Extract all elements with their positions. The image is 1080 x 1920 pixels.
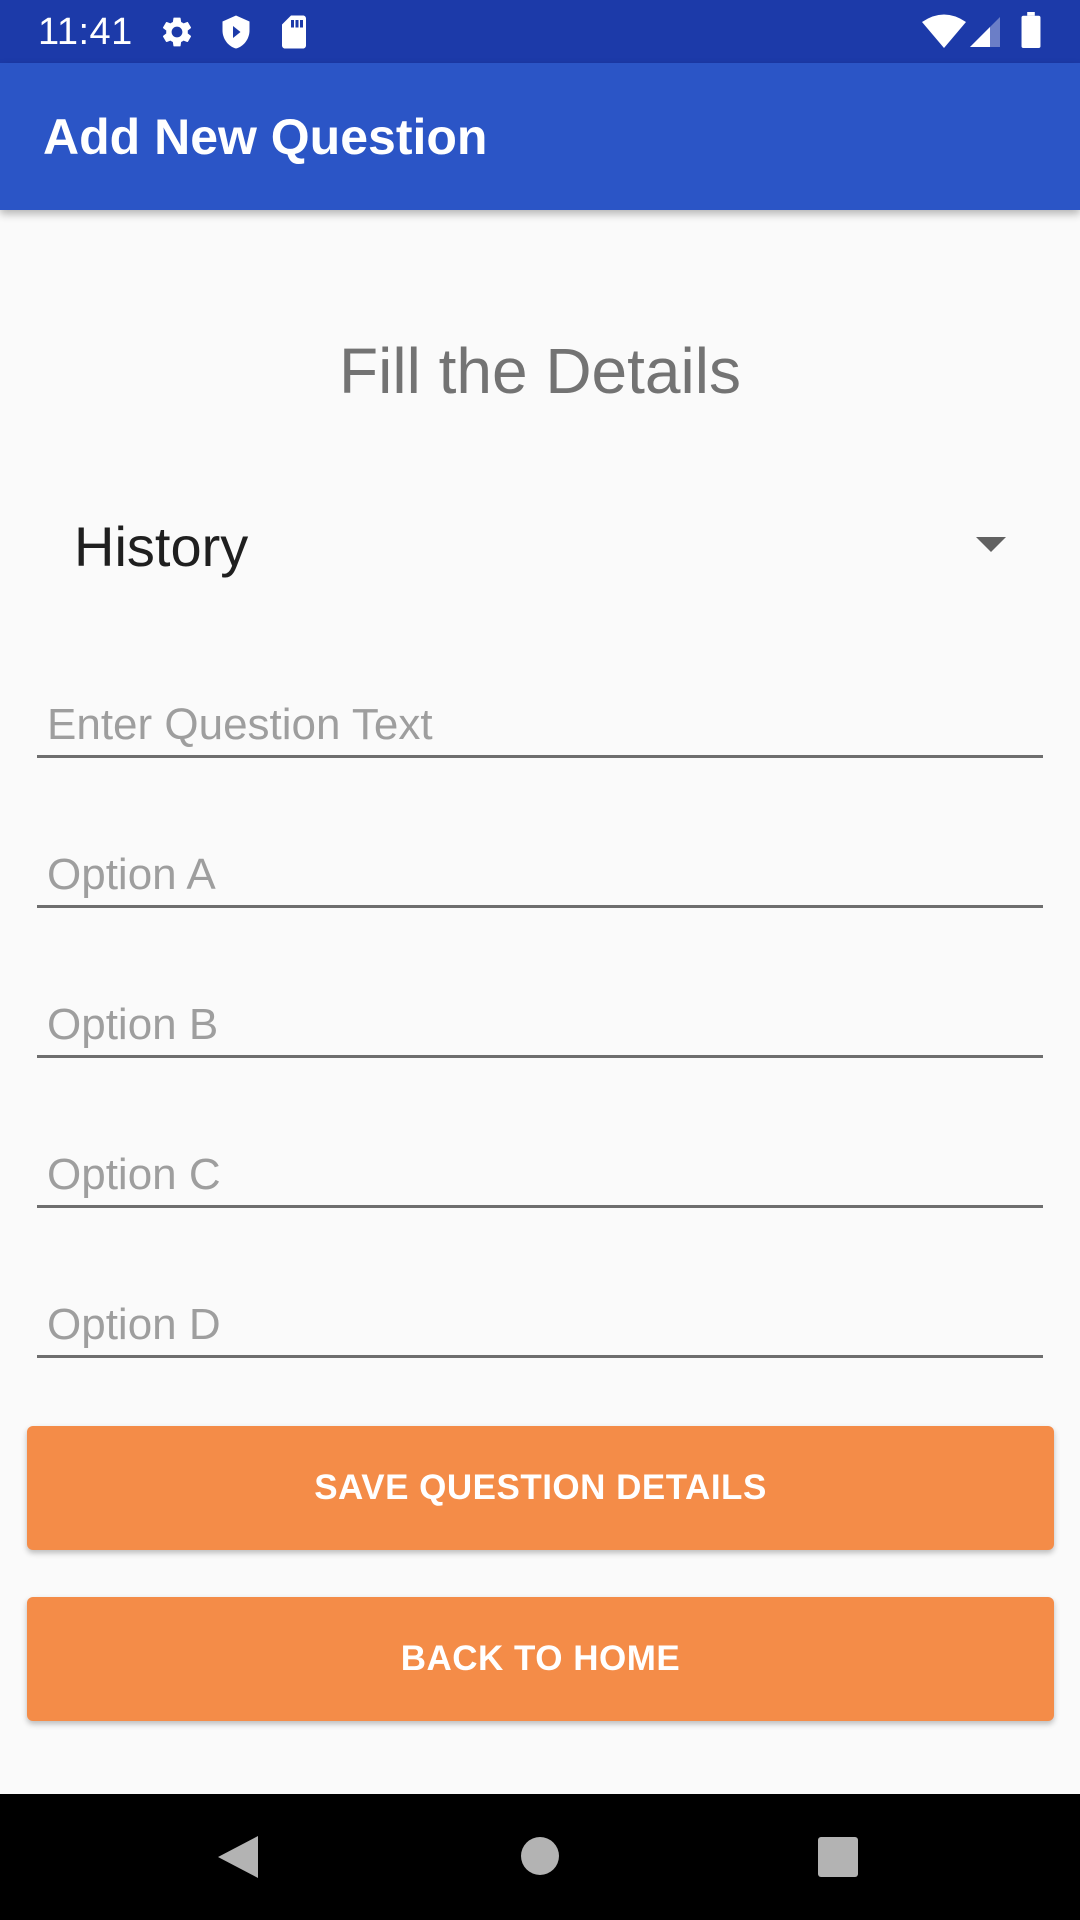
form-heading: Fill the Details — [339, 335, 741, 407]
back-icon[interactable] — [216, 1834, 260, 1880]
status-time: 11:41 — [38, 11, 133, 53]
page-title: Add New Question — [43, 109, 488, 165]
cell-signal-icon — [970, 17, 1000, 47]
system-nav-bar — [0, 1794, 1080, 1920]
save-question-button[interactable]: SAVE QUESTION DETAILS — [27, 1426, 1054, 1550]
option-a-input[interactable] — [37, 844, 1043, 908]
app-bar: Add New Question — [0, 63, 1080, 210]
battery-icon — [1021, 12, 1041, 48]
gear-icon — [162, 17, 192, 47]
wifi-icon — [922, 14, 966, 48]
question-text-input[interactable] — [37, 694, 1043, 758]
option-d-input[interactable] — [37, 1294, 1043, 1358]
option-b-input[interactable] — [37, 994, 1043, 1058]
shield-icon — [222, 15, 250, 49]
category-selected-value: History — [74, 515, 249, 578]
status-bar: 11:41 — [0, 0, 1080, 63]
category-dropdown[interactable]: History — [40, 500, 1040, 600]
back-to-home-button[interactable]: BACK TO HOME — [27, 1597, 1054, 1721]
sd-card-icon — [282, 15, 306, 49]
home-icon[interactable] — [521, 1837, 559, 1875]
dropdown-arrow-icon — [976, 537, 1006, 552]
recents-icon[interactable] — [818, 1837, 858, 1877]
option-c-input[interactable] — [37, 1144, 1043, 1208]
